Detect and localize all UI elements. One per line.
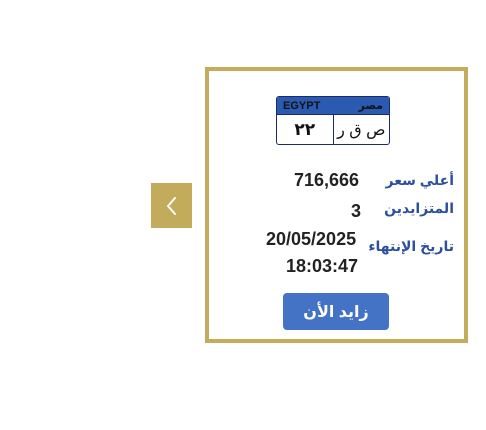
- license-plate: EGYPT مصر ٢٢ ص ق ر: [276, 96, 390, 145]
- highest-price-value: 716,666: [294, 170, 360, 190]
- plate-header: EGYPT مصر: [277, 97, 389, 115]
- auction-card: EGYPT مصر ٢٢ ص ق ر أعلي سعر 716,666 المت…: [205, 67, 468, 343]
- chevron-left-icon: [166, 196, 176, 215]
- plate-country-en: EGYPT: [283, 99, 321, 112]
- end-date-label: تاريخ الإنتهاء: [368, 238, 454, 254]
- plate-body: ٢٢ ص ق ر: [277, 115, 389, 144]
- plate-numbers: ٢٢: [277, 115, 334, 144]
- bidders-count: 3: [351, 201, 362, 221]
- end-time-value: 18:03:47: [286, 256, 359, 276]
- bidders-label: المتزايدين: [384, 200, 454, 216]
- highest-price-label: أعلي سعر: [385, 172, 454, 188]
- end-date-value: 20/05/2025: [266, 229, 357, 249]
- previous-button[interactable]: [151, 183, 192, 228]
- plate-letters: ص ق ر: [337, 122, 386, 139]
- page: EGYPT مصر ٢٢ ص ق ر أعلي سعر 716,666 المت…: [0, 0, 486, 430]
- plate-country-ar: مصر: [358, 100, 384, 112]
- bid-now-button[interactable]: زايد الأن: [283, 293, 389, 330]
